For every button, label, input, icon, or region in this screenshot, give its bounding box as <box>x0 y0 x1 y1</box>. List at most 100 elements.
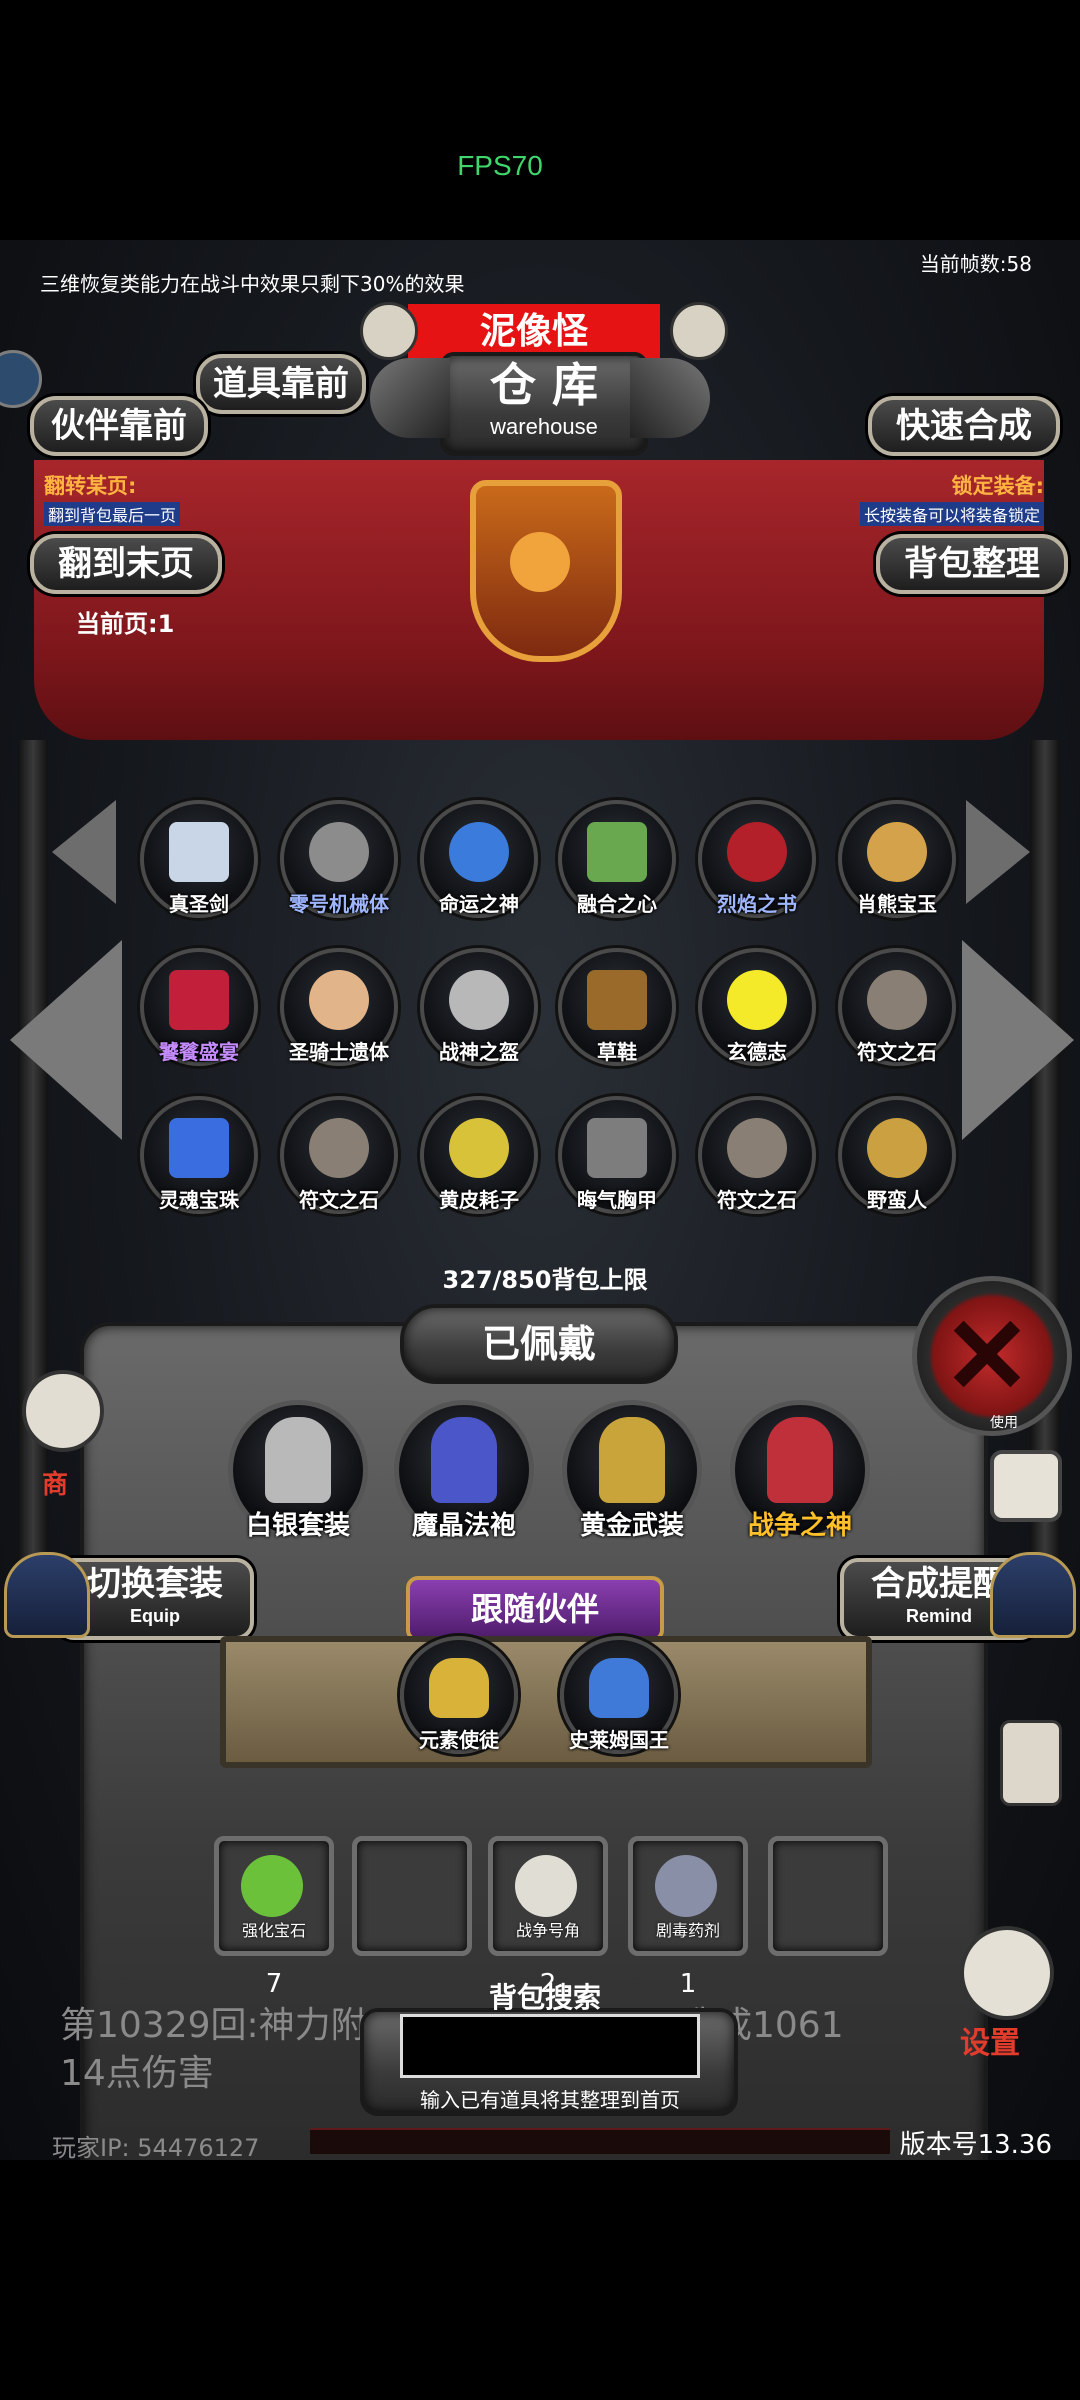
bag-sort-button[interactable]: 背包整理 <box>876 534 1068 594</box>
rune-stone-icon <box>727 1118 787 1178</box>
gear-icon[interactable] <box>960 1926 1054 2020</box>
inventory-slot[interactable]: 晦气胸甲 <box>558 1096 676 1214</box>
consumable-slot[interactable]: 强化宝石 7 <box>214 1836 334 1999</box>
skull-icon <box>670 302 728 360</box>
equipped-item-label: 魔晶法袍 <box>411 1511 516 1541</box>
consumable-label: 强化宝石 <box>241 1921 306 1940</box>
frame-count: 当前帧数:58 <box>919 252 1032 276</box>
inventory-item-label: 草鞋 <box>597 1040 637 1064</box>
search-input[interactable] <box>400 2014 700 2078</box>
chestplate-icon <box>587 1118 647 1178</box>
war-god-icon <box>767 1417 833 1503</box>
partner-slot[interactable]: 史莱姆国王 <box>560 1636 678 1754</box>
flip-page-label: 翻转某页: <box>44 474 137 498</box>
fruit-icon <box>587 822 647 882</box>
partner-label: 史莱姆国王 <box>569 1728 669 1752</box>
use-label: 使用 <box>990 1415 1018 1431</box>
next-page-arrow-icon[interactable] <box>962 940 1074 1140</box>
helmet-deco-icon <box>630 358 710 438</box>
inventory-item-label: 战神之盔 <box>439 1040 519 1064</box>
inventory-slot[interactable]: 符文之石 <box>280 1096 398 1214</box>
warehouse-title-plate: 仓 库 warehouse <box>440 352 648 456</box>
orb-icon <box>169 1118 229 1178</box>
partner-title: 跟随伙伴 <box>406 1576 664 1642</box>
lock-equip-label: 锁定装备: <box>951 474 1044 498</box>
equipped-slot[interactable]: 魔晶法袍 <box>394 1400 534 1541</box>
prev-page-small-arrow-icon[interactable] <box>52 800 116 904</box>
boots-icon <box>587 970 647 1030</box>
warehouse-title: 仓 库 <box>489 358 598 412</box>
inventory-item-label: 野蛮人 <box>867 1188 927 1212</box>
inventory-item-label: 黄皮耗子 <box>439 1188 519 1212</box>
warehouse-subtitle: warehouse <box>490 414 598 439</box>
inventory-slot[interactable]: 零号机械体 <box>280 800 398 918</box>
helmet-icon <box>449 970 509 1030</box>
inventory-slot[interactable]: 玄德志 <box>698 948 816 1066</box>
horn-icon <box>515 1855 577 1917</box>
battle-log-line2: 14点伤害 <box>60 2053 214 2094</box>
avatar[interactable] <box>0 350 42 408</box>
inventory-item-label: 真圣剑 <box>169 892 229 916</box>
inventory-slot[interactable]: 真圣剑 <box>140 800 258 918</box>
search-hint: 输入已有道具将其整理到首页 <box>420 2088 680 2112</box>
inventory-slot[interactable]: 草鞋 <box>558 948 676 1066</box>
inventory-slot[interactable]: 命运之神 <box>420 800 538 918</box>
equipped-title: 已佩戴 <box>400 1304 678 1384</box>
inventory-slot[interactable]: 肖熊宝玉 <box>838 800 956 918</box>
inventory-slot[interactable]: 圣骑士遗体 <box>280 948 398 1066</box>
consumable-slot[interactable] <box>768 1836 888 1956</box>
consumable-count: 7 <box>265 1969 283 1999</box>
partner-front-button[interactable]: 伙伴靠前 <box>30 396 208 456</box>
shop-icon[interactable] <box>22 1370 104 1452</box>
inventory-item-label: 灵魂宝珠 <box>159 1188 239 1212</box>
necklace-icon <box>449 822 509 882</box>
item-front-button[interactable]: 道具靠前 <box>196 354 366 414</box>
inventory-slot[interactable]: 饕餮盛宴 <box>140 948 258 1066</box>
shop-label[interactable]: 商 <box>42 1464 68 1501</box>
bottom-bar <box>310 2128 890 2154</box>
dice-icon[interactable] <box>990 1450 1062 1522</box>
inventory-slot[interactable]: 烈焰之书 <box>698 800 816 918</box>
inventory-slot[interactable]: 符文之石 <box>698 1096 816 1214</box>
consumable-slot[interactable]: 战争号角 2 <box>488 1836 608 1999</box>
consumable-slot[interactable] <box>352 1836 472 1956</box>
inventory-slot[interactable]: 融合之心 <box>558 800 676 918</box>
settings-label[interactable]: 设置 <box>960 2018 1020 2062</box>
remind-helmet-icon <box>990 1552 1076 1638</box>
quick-synth-button[interactable]: 快速合成 <box>868 396 1060 456</box>
lion-shield-icon <box>470 480 622 662</box>
partner-slot[interactable]: 元素使徒 <box>400 1636 518 1754</box>
robe-icon <box>431 1417 497 1503</box>
sword-icon <box>169 822 229 882</box>
equipped-slot[interactable]: 黄金武装 <box>562 1400 702 1541</box>
right-pillar <box>1030 740 1060 1560</box>
slime-icon <box>589 1658 649 1718</box>
inventory-slot[interactable]: 灵魂宝珠 <box>140 1096 258 1214</box>
next-page-small-arrow-icon[interactable] <box>966 800 1030 904</box>
book-icon <box>727 822 787 882</box>
inventory-slot[interactable]: 野蛮人 <box>838 1096 956 1214</box>
prev-page-arrow-icon[interactable] <box>10 940 122 1140</box>
equip-helmet-icon <box>4 1552 90 1638</box>
inventory-item-label: 命运之神 <box>439 892 519 916</box>
barbarian-icon <box>867 1118 927 1178</box>
inventory-slot[interactable]: 战神之盔 <box>420 948 538 1066</box>
inventory-slot[interactable]: 符文之石 <box>838 948 956 1066</box>
consumable-slot[interactable]: 剧毒药剂 1 <box>628 1836 748 1999</box>
side-shortcut-icon[interactable] <box>1000 1720 1062 1806</box>
to-last-page-button[interactable]: 翻到末页 <box>30 534 222 594</box>
search-title: 背包搜索 <box>488 1981 601 2014</box>
player-ip: 玩家IP: 54476127 <box>52 2134 260 2160</box>
inventory-item-label: 烈焰之书 <box>717 892 797 916</box>
inventory-slot[interactable]: 黄皮耗子 <box>420 1096 538 1214</box>
equipped-item-label: 白银套装 <box>245 1511 350 1541</box>
notice-text: 三维恢复类能力在战斗中效果只剩下30%的效果 <box>40 272 465 296</box>
consumable-label: 战争号角 <box>515 1921 580 1940</box>
inventory-item-label: 零号机械体 <box>289 892 389 916</box>
equipped-slot[interactable]: 白银套装 <box>228 1400 368 1541</box>
consumable-label: 剧毒药剂 <box>655 1921 720 1940</box>
rune-stone-icon <box>309 1118 369 1178</box>
potion-icon <box>655 1855 717 1917</box>
equipped-slot[interactable]: 战争之神 <box>730 1400 870 1541</box>
inventory-item-label: 饕餮盛宴 <box>159 1040 239 1064</box>
